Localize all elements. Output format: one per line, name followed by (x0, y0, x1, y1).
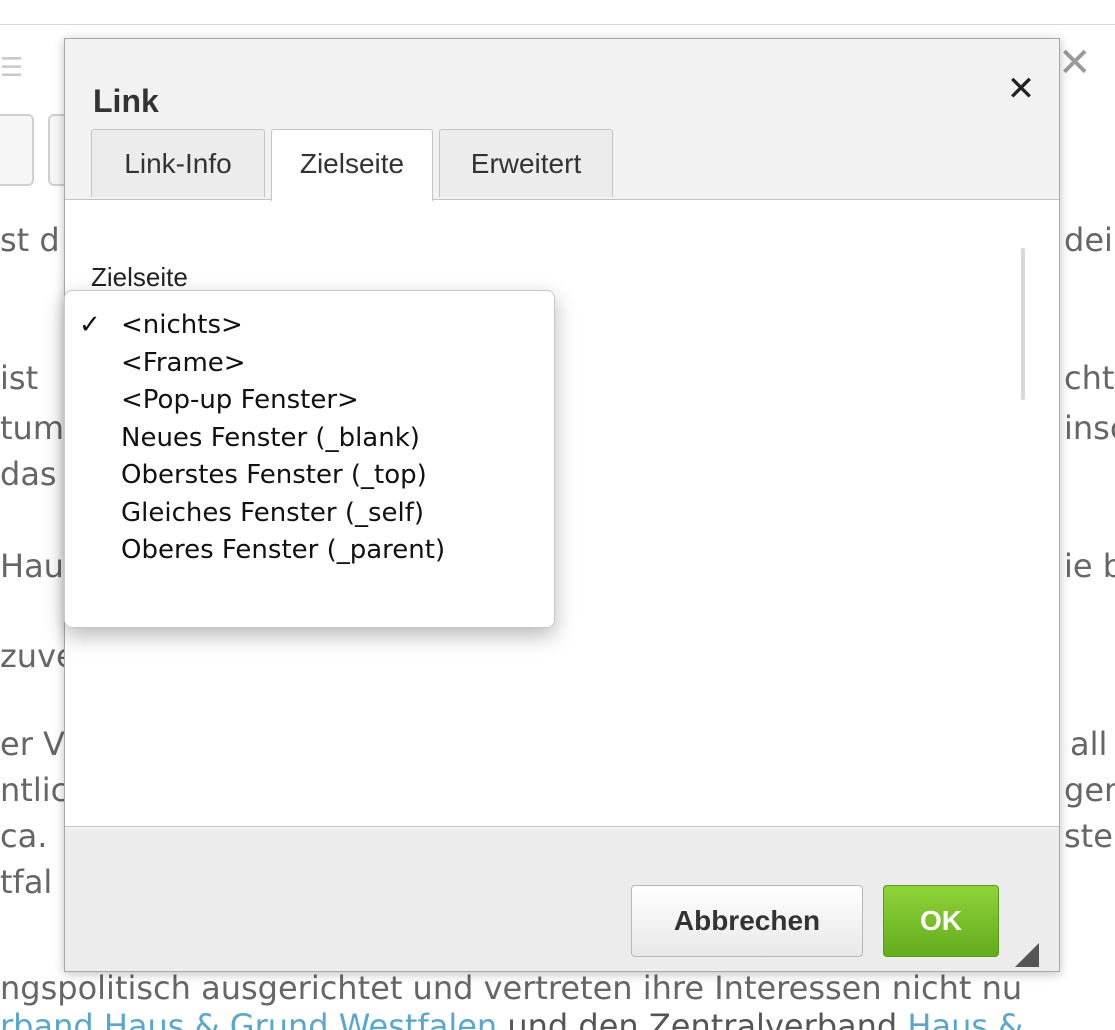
text-fragment: er V (0, 725, 65, 763)
body-text-line: ngspolitisch ausgerichtet und vertreten … (0, 969, 1023, 1007)
tab-erweitert[interactable]: Erweitert (439, 129, 613, 197)
dialog-title: Link (93, 83, 159, 119)
text-fragment: tfal (0, 863, 53, 901)
close-icon[interactable]: ✕ (1001, 69, 1041, 109)
align-icon[interactable]: ☰ (0, 48, 42, 88)
tab-link-info[interactable]: Link-Info (91, 129, 265, 197)
target-label: Zielseite (91, 262, 188, 292)
text-fragment: dei (1064, 221, 1113, 259)
text-fragment: das (0, 455, 57, 493)
cancel-button[interactable]: Abbrechen (631, 885, 863, 957)
body-text-line: rband Haus & Grund Westfalen und den Zen… (0, 1006, 1023, 1030)
text-fragment: ste (1064, 817, 1113, 855)
ok-button[interactable]: OK (883, 885, 999, 957)
text-fragment: st d (0, 221, 60, 259)
option-label: <nichts> (121, 310, 243, 340)
dropdown-option[interactable]: Neues Fenster (_blank) (65, 420, 554, 458)
dropdown-option[interactable]: <Pop-up Fenster> (65, 382, 554, 420)
text-link[interactable]: Haus & (907, 1007, 1023, 1030)
dropdown-option[interactable]: ✓ <nichts> (65, 307, 554, 345)
text-fragment: ntlic (0, 771, 69, 809)
option-label: Neues Fenster (_blank) (121, 422, 420, 453)
text-fragment: ist (0, 359, 39, 397)
dropdown-option[interactable]: <Frame> (65, 345, 554, 383)
text-fragment: tum (0, 409, 64, 447)
text-fragment: gen (1064, 771, 1115, 809)
option-label: Oberes Fenster (_parent) (121, 535, 446, 565)
dropdown-option[interactable]: Oberstes Fenster (_top) (65, 457, 554, 495)
toolbar-button[interactable] (0, 114, 34, 186)
option-label: Gleiches Fenster (_self) (121, 497, 425, 528)
target-dropdown-menu: ✓ <nichts> <Frame> <Pop-up Fenster> Neue… (64, 290, 555, 628)
text-fragment: ie b (1064, 547, 1115, 585)
dropdown-option[interactable]: Oberes Fenster (_parent) (65, 532, 554, 570)
tab-zielseite[interactable]: Zielseite (271, 129, 433, 201)
close-icon[interactable]: ✕ (1058, 40, 1092, 86)
page-top-divider (0, 24, 1115, 25)
option-label: <Frame> (121, 347, 246, 378)
option-label: Oberstes Fenster (_top) (121, 460, 427, 490)
text-fragment: insc (1064, 409, 1115, 447)
text-fragment: all (1070, 725, 1108, 763)
link-line-text: und den Zentralverband (497, 1007, 908, 1030)
text-fragment: ca. (0, 817, 48, 855)
text-fragment: Hau (0, 547, 64, 585)
text-fragment: cht (1064, 359, 1115, 397)
scrollbar[interactable] (1021, 248, 1025, 400)
text-link[interactable]: rband Haus & Grund Westfalen (0, 1007, 497, 1030)
checkmark-icon: ✓ (79, 310, 101, 340)
resize-handle-icon[interactable] (1015, 943, 1039, 967)
option-label: <Pop-up Fenster> (121, 385, 359, 415)
dialog-footer: Abbrechen OK (65, 829, 1059, 971)
dropdown-option[interactable]: Gleiches Fenster (_self) (65, 495, 554, 533)
